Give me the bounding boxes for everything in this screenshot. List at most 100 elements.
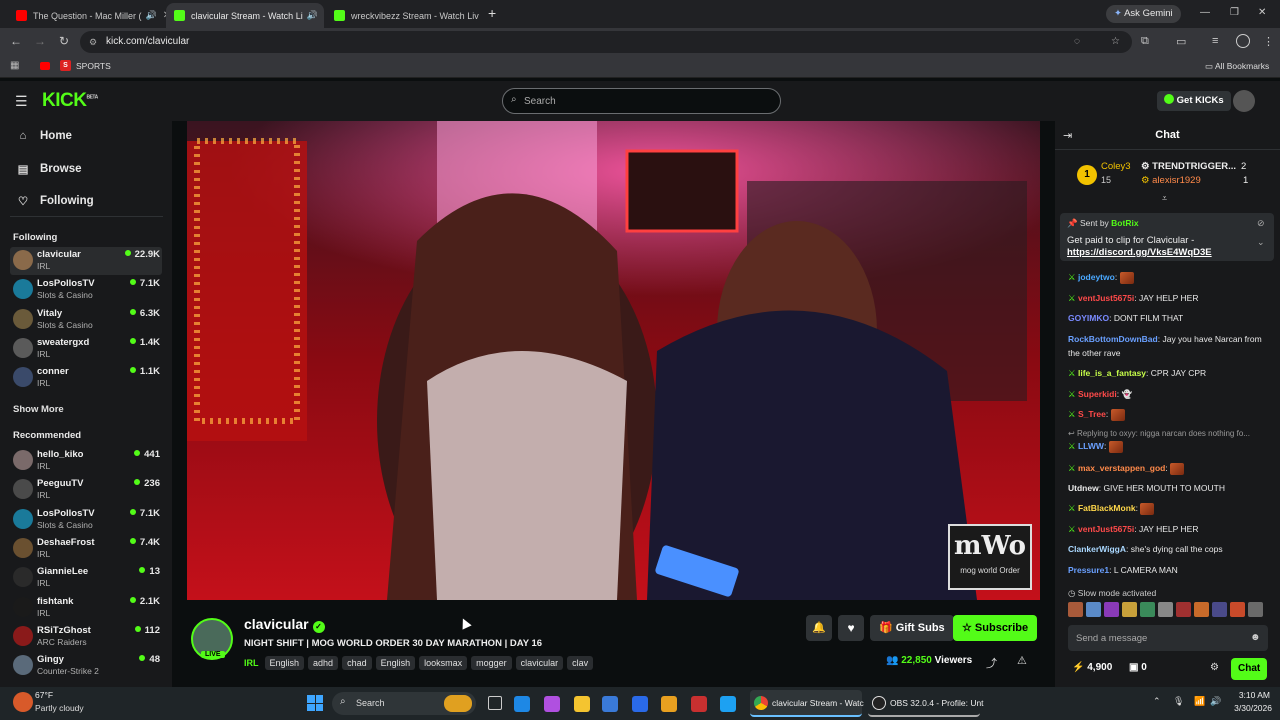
close-icon[interactable]: ✕: [318, 10, 325, 21]
app-icon[interactable]: [691, 696, 707, 712]
chat-username[interactable]: Superkidi: [1078, 389, 1117, 399]
share-icon[interactable]: ⤴: [986, 655, 997, 671]
chevron-down-icon[interactable]: ⌄: [1257, 237, 1265, 248]
tag-chip[interactable]: mogger: [471, 656, 512, 670]
tag-chip[interactable]: English: [264, 656, 305, 670]
follow-button[interactable]: ♥: [838, 615, 864, 641]
weather-icon[interactable]: [13, 692, 33, 712]
new-tab-button[interactable]: +: [488, 5, 496, 21]
tag-chip[interactable]: clav: [567, 656, 594, 670]
quick-emote-icon[interactable]: [1140, 602, 1155, 617]
tag-chip[interactable]: looksmax: [419, 656, 468, 670]
send-chat-button[interactable]: Chat: [1231, 658, 1268, 680]
forward-icon[interactable]: →: [33, 34, 47, 48]
sidebar-channel-lospollostv[interactable]: LosPollosTV Slots & Casino 7.1K: [10, 276, 162, 304]
reload-icon[interactable]: ↻: [57, 34, 71, 48]
chat-username[interactable]: Pressure1: [1068, 565, 1109, 575]
quick-emote-icon[interactable]: [1158, 602, 1173, 617]
speaker-icon[interactable]: 🔊: [307, 10, 318, 21]
media-icon[interactable]: ≡: [1212, 35, 1218, 47]
star-icon[interactable]: ☆: [1111, 31, 1120, 53]
sidebar-channel-gingy[interactable]: Gingy Counter-Strike 2 48: [10, 652, 162, 680]
clock-date[interactable]: 3/30/2026: [1228, 703, 1272, 713]
subscribe-button[interactable]: ☆ Subscribe: [953, 615, 1038, 641]
tab-wreckvibezz[interactable]: wreckvibezz Stream - Watch Liv ✕: [326, 3, 484, 28]
site-info-icon[interactable]: ⚙: [89, 31, 97, 53]
chat-username[interactable]: Utdnew: [1068, 483, 1099, 493]
sidebar-channel-clavicular[interactable]: clavicular IRL 22.9K: [10, 247, 162, 275]
leader-1-name[interactable]: Coley3: [1101, 161, 1131, 172]
quick-emote-icon[interactable]: [1194, 602, 1209, 617]
sidebar-channel-hello_kiko[interactable]: hello_kiko IRL 441: [10, 447, 162, 475]
ask-gemini-button[interactable]: ✦ Ask Gemini: [1106, 5, 1181, 23]
chat-username[interactable]: FatBlackMonk: [1078, 503, 1136, 513]
sidebar-channel-peeguutv[interactable]: PeeguuTV IRL 236: [10, 476, 162, 504]
show-more-link[interactable]: Show More: [13, 404, 64, 415]
volume-icon[interactable]: 🔊: [1210, 696, 1221, 707]
outlook-icon[interactable]: [632, 696, 648, 712]
category-link[interactable]: IRL: [244, 658, 259, 668]
maximize-button[interactable]: ❐: [1230, 7, 1239, 18]
sidebar-channel-deshaefrost[interactable]: DeshaeFrost IRL 7.4K: [10, 535, 162, 563]
store-icon[interactable]: [602, 696, 618, 712]
sidebar-channel-sweatergxd[interactable]: sweatergxd IRL 1.4K: [10, 335, 162, 363]
chat-username[interactable]: jodeytwo: [1078, 272, 1115, 282]
nav-following[interactable]: ♡ Following: [16, 194, 94, 208]
taskbar-search[interactable]: ⌕ Search: [332, 692, 476, 715]
sidebar-channel-rsitzghost[interactable]: RSiTzGhost ARC Raiders 112: [10, 623, 162, 651]
video-player[interactable]: mWo mog world Order: [187, 121, 1040, 600]
chat-username[interactable]: S_Tree: [1078, 409, 1106, 419]
clock-time[interactable]: 3:10 AM: [1236, 690, 1270, 700]
tag-chip[interactable]: clavicular: [515, 656, 564, 670]
quick-emote-icon[interactable]: [1248, 602, 1263, 617]
message-input[interactable]: Send a message ☻: [1068, 625, 1268, 651]
nav-browse[interactable]: ▤ Browse: [16, 162, 82, 176]
chat-username[interactable]: ClankerWiggA: [1068, 544, 1126, 554]
channel-points[interactable]: ⚡ 4,900: [1072, 662, 1112, 673]
hamburger-menu-icon[interactable]: ☰: [15, 93, 28, 110]
quick-emote-icon[interactable]: [1122, 602, 1137, 617]
tag-chip[interactable]: English: [375, 656, 416, 670]
expand-leaderboard-icon[interactable]: ⩡: [1162, 193, 1167, 204]
wifi-icon[interactable]: 📶: [1194, 696, 1205, 707]
windows-start-icon[interactable]: [307, 695, 323, 711]
sidebar-channel-lospollostv[interactable]: LosPollosTV Slots & Casino 7.1K: [10, 506, 162, 534]
chat-username[interactable]: life_is_a_fantasy: [1078, 368, 1146, 378]
taskbar-app-obs[interactable]: OBS 32.0.4 - Profile: Unt: [868, 690, 984, 717]
taskbar-app-browser[interactable]: clavicular Stream - Watc: [750, 690, 864, 717]
youtube-bookmark-icon[interactable]: [40, 62, 50, 70]
close-icon[interactable]: ✕: [479, 10, 484, 21]
pinned-bot-name[interactable]: BotRix: [1111, 218, 1138, 228]
chat-settings-icon[interactable]: ⚙: [1210, 662, 1219, 673]
sidebar-channel-vitaly[interactable]: Vitaly Slots & Casino 6.3K: [10, 306, 162, 334]
back-icon[interactable]: ←: [9, 34, 23, 48]
chat-username[interactable]: max_verstappen_god: [1078, 463, 1165, 473]
chat-username[interactable]: RockBottomDownBad: [1068, 334, 1158, 344]
quick-emote-icon[interactable]: [1212, 602, 1227, 617]
all-bookmarks[interactable]: ▭ All Bookmarks: [1205, 61, 1269, 72]
apps-grid-icon[interactable]: ▦: [10, 60, 19, 71]
twitter-icon[interactable]: [720, 696, 736, 712]
report-icon[interactable]: ⚠: [1017, 654, 1027, 667]
tab-clavicular[interactable]: clavicular Stream - Watch Li 🔊 ✕: [166, 3, 324, 28]
copilot-icon[interactable]: [544, 696, 560, 712]
tray-chevron-icon[interactable]: ⌃: [1153, 696, 1161, 707]
kick-logo[interactable]: KICKBETA: [42, 90, 98, 112]
sidebar-channel-giannielee[interactable]: GiannieLee IRL 13: [10, 564, 162, 592]
gift-subs-button[interactable]: 🎁 Gift Subs: [870, 615, 954, 641]
file-explorer-icon[interactable]: [574, 696, 590, 712]
task-view-icon[interactable]: [488, 696, 502, 710]
close-window-button[interactable]: ✕: [1258, 7, 1266, 18]
quick-emote-icon[interactable]: [1104, 602, 1119, 617]
chat-username[interactable]: GOYIMKO: [1068, 313, 1109, 323]
menu-dots-icon[interactable]: ⋮: [1263, 35, 1274, 48]
streamer-name[interactable]: clavicular: [244, 616, 309, 632]
leader-3[interactable]: ⚙ alexisr1929: [1141, 175, 1201, 186]
emoji-icon[interactable]: ☻: [1250, 632, 1261, 643]
chat-username[interactable]: ventJust5675i: [1078, 293, 1134, 303]
notification-bell-button[interactable]: 🔔: [806, 615, 832, 641]
unpin-icon[interactable]: ⊘: [1257, 218, 1265, 229]
bookmark-sports[interactable]: SPORTS: [76, 61, 111, 71]
profile-icon[interactable]: [1236, 34, 1250, 48]
edge-icon[interactable]: [514, 696, 530, 712]
